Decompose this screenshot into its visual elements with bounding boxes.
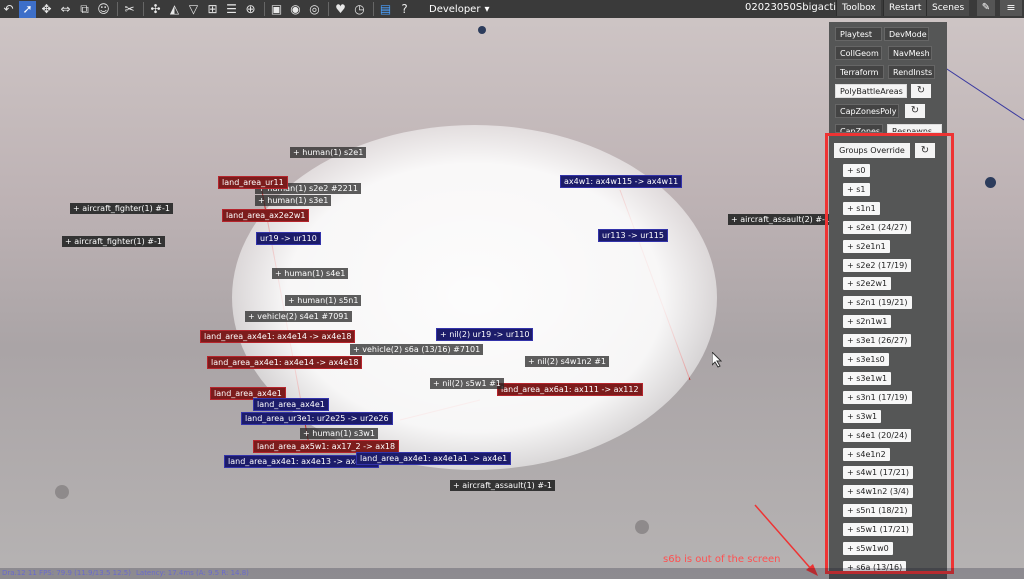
status-bar: Dra.12 11 FPS: 79.9 (11.9/13.5 12.5) Lat… [0,568,1024,579]
annotation-arrow [754,504,818,576]
fps-readout: Dra.12 11 FPS: 79.9 (11.9/13.5 12.5) [2,569,131,577]
latency-readout: Latency: 17.4ms (A: 9.5 R: 14.8) [136,569,249,577]
annotation-text: s6b is out of the screen [663,554,781,565]
